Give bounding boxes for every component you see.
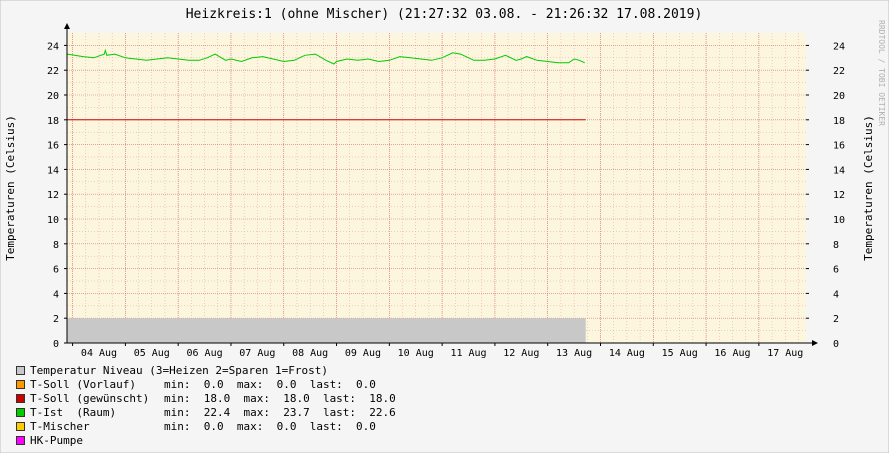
legend-label: HK-Pumpe [30, 433, 83, 447]
legend-item: T-Soll (Vorlauf) min: 0.0 max: 0.0 last: … [16, 377, 396, 391]
legend-stats: min: 0.0 max: 0.0 last: 0.0 [164, 419, 376, 433]
y-tick-label-left: 22 [47, 66, 59, 77]
y-tick-label-left: 6 [53, 265, 59, 276]
y-tick-label-right: 14 [833, 165, 845, 176]
x-tick-label: 12 Aug [503, 348, 539, 359]
y-tick-label-right: 24 [833, 41, 845, 52]
y-tick-label-left: 10 [47, 215, 59, 226]
x-tick-label: 04 Aug [81, 348, 117, 359]
x-tick-label: 16 Aug [714, 348, 750, 359]
legend-item: T-Ist (Raum) min: 22.4 max: 23.7 last: 22… [16, 405, 396, 419]
series-niveau-area [67, 318, 586, 343]
y-tick-label-left: 14 [47, 165, 59, 176]
y-tick-label-right: 12 [833, 190, 845, 201]
y-tick-label-right: 20 [833, 91, 845, 102]
y-tick-label-right: 18 [833, 116, 845, 127]
legend-swatch [16, 421, 25, 431]
y-tick-label-left: 4 [53, 289, 59, 300]
y-tick-label-left: 12 [47, 190, 59, 201]
legend-swatch [16, 379, 25, 389]
x-tick-label: 13 Aug [556, 348, 592, 359]
x-tick-label: 17 Aug [767, 348, 803, 359]
y-tick-label-left: 2 [53, 314, 59, 325]
y-tick-label-right: 8 [833, 240, 839, 251]
legend-stats: min: 0.0 max: 0.0 last: 0.0 [164, 377, 376, 391]
y-tick-label-left: 16 [47, 141, 59, 152]
x-tick-label: 11 Aug [450, 348, 486, 359]
legend-stats: min: 22.4 max: 23.7 last: 22.6 [164, 405, 396, 419]
watermark: RRDTOOL / TOBI OETIKER [877, 20, 886, 126]
y-tick-label-right: 4 [833, 289, 839, 300]
y-tick-label-right: 16 [833, 141, 845, 152]
x-tick-label: 14 Aug [609, 348, 645, 359]
x-tick-label: 05 Aug [134, 348, 170, 359]
y-tick-label-left: 20 [47, 91, 59, 102]
plot-area [67, 33, 806, 343]
y-tick-label-left: 18 [47, 116, 59, 127]
y-tick-label-left: 24 [47, 41, 59, 52]
y-tick-label-right: 0 [833, 339, 839, 350]
legend-swatch [16, 435, 25, 445]
x-tick-label: 09 Aug [345, 348, 381, 359]
y-axis-label-right: Temperaturen (Celsius) [862, 115, 875, 261]
legend-swatch [16, 365, 25, 375]
legend-label: T-Mischer [30, 419, 90, 433]
legend-item: T-Mischer min: 0.0 max: 0.0 last: 0.0 [16, 419, 396, 433]
y-axis-label-left: Temperaturen (Celsius) [4, 115, 17, 261]
legend-swatch [16, 407, 25, 417]
legend-swatch [16, 393, 25, 403]
legend-item: Temperatur Niveau (3=Heizen 2=Sparen 1=F… [16, 363, 396, 377]
y-tick-label-right: 6 [833, 265, 839, 276]
y-tick-label-right: 2 [833, 314, 839, 325]
chart-title: Heizkreis:1 (ohne Mischer) (21:27:32 03.… [186, 7, 703, 22]
legend-item: T-Soll (gewünscht) min: 18.0 max: 18.0 la… [16, 391, 396, 405]
legend-label: T-Ist (Raum) [30, 405, 117, 419]
x-tick-label: 07 Aug [239, 348, 275, 359]
y-tick-label-left: 0 [53, 339, 59, 350]
legend: Temperatur Niveau (3=Heizen 2=Sparen 1=F… [16, 363, 396, 447]
chart-window: Heizkreis:1 (ohne Mischer) (21:27:32 03.… [0, 0, 889, 453]
y-tick-label-right: 10 [833, 215, 845, 226]
x-tick-label: 06 Aug [187, 348, 223, 359]
legend-label: T-Soll (gewünscht) [30, 391, 150, 405]
y-tick-label-left: 8 [53, 240, 59, 251]
legend-item: HK-Pumpe [16, 433, 396, 447]
legend-label: T-Soll (Vorlauf) [30, 377, 136, 391]
x-tick-label: 08 Aug [292, 348, 328, 359]
y-tick-label-right: 22 [833, 66, 845, 77]
legend-label: Temperatur Niveau (3=Heizen 2=Sparen 1=F… [30, 363, 329, 377]
x-tick-label: 10 Aug [398, 348, 434, 359]
legend-stats: min: 18.0 max: 18.0 last: 18.0 [164, 391, 396, 405]
x-tick-label: 15 Aug [662, 348, 698, 359]
